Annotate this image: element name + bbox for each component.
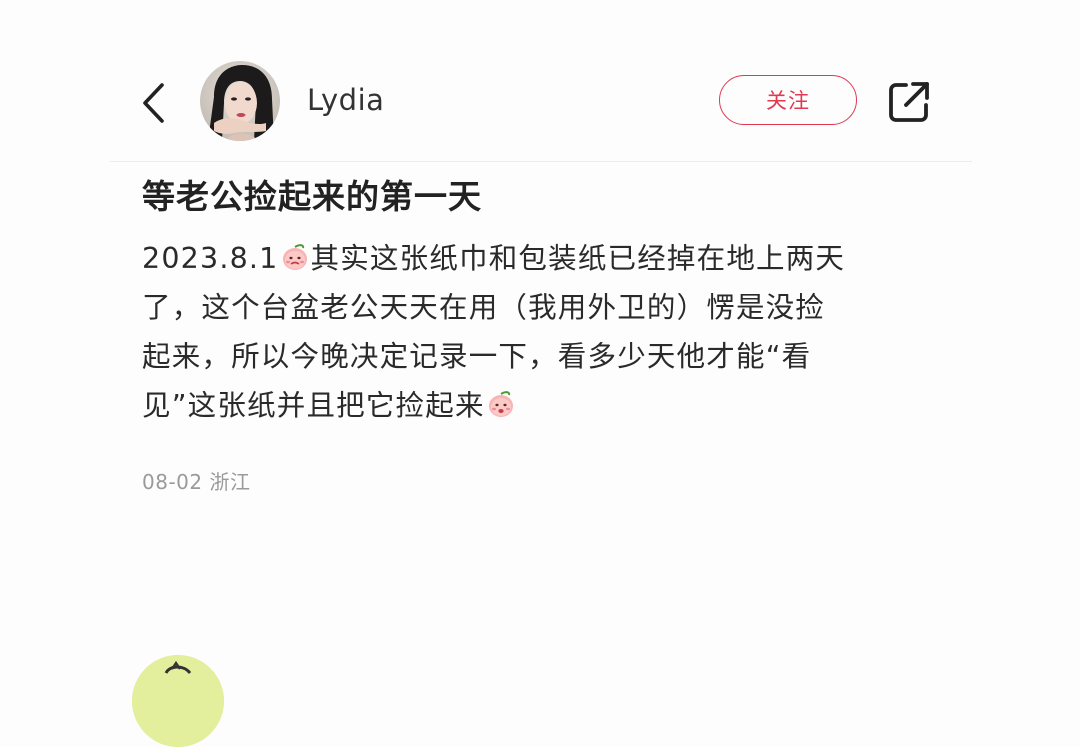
author-avatar[interactable] <box>200 61 280 141</box>
post-title: 等老公捡起来的第一天 <box>142 177 482 216</box>
peach-face-emoji-icon <box>488 391 513 417</box>
post-body-line-4: 见”这张纸并且把它捡起来 <box>142 381 922 430</box>
post-header: Lydia 关注 <box>110 55 972 151</box>
post-detail-page: Lydia 关注 等老公捡起来的第一天 2023.8.1 其实这张纸巾和包装纸已… <box>0 0 1080 747</box>
peach-face-emoji-icon <box>282 244 307 270</box>
follow-button[interactable]: 关注 <box>719 75 857 125</box>
post-body-text: 2023.8.1 <box>142 242 279 275</box>
post-date-location: 08-02 浙江 <box>142 470 251 494</box>
post-body-line-1: 2023.8.1 其实这张纸巾和包装纸已经掉在地上两天 <box>142 234 922 283</box>
post-body-line-3: 起来，所以今晚决定记录一下，看多少天他才能“看 <box>142 340 812 373</box>
share-external-icon <box>889 82 929 122</box>
comment-avatar[interactable] <box>132 655 224 747</box>
author-name[interactable]: Lydia <box>307 83 384 117</box>
post-body-text: 其实这张纸巾和包装纸已经掉在地上两天 <box>310 242 846 275</box>
header-divider <box>110 161 972 162</box>
share-button[interactable] <box>886 79 932 125</box>
back-button[interactable] <box>138 79 170 127</box>
post-body: 2023.8.1 其实这张纸巾和包装纸已经掉在地上两天 了，这个台盆老公天天在用… <box>142 234 922 430</box>
post-body-text: 见”这张纸并且把它捡起来 <box>142 389 485 422</box>
post-body-line-2: 了，这个台盆老公天天在用（我用外卫的）愣是没捡 <box>142 291 826 324</box>
chevron-left-icon <box>143 83 164 123</box>
